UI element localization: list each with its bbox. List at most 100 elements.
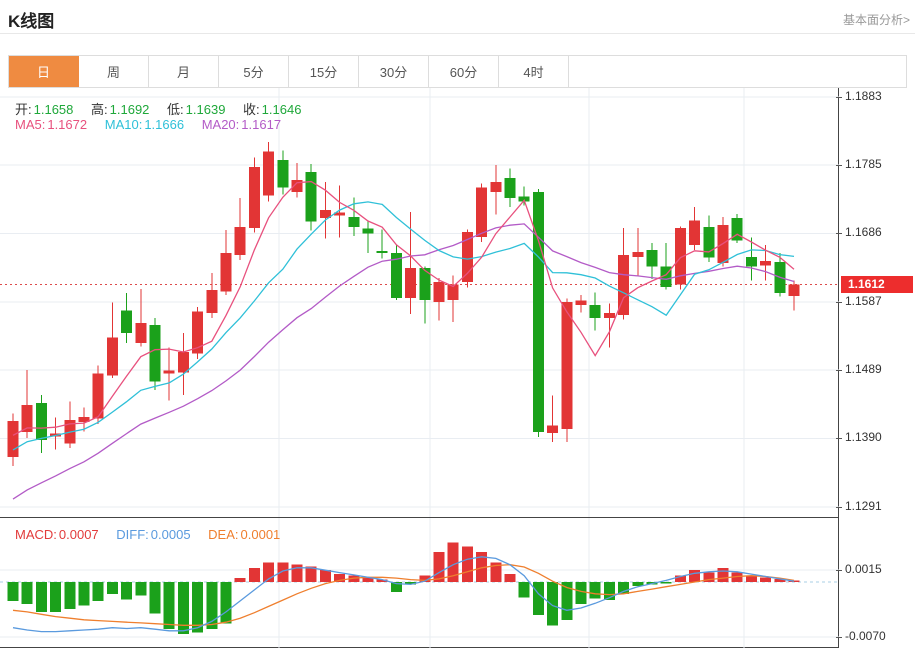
candle	[576, 301, 587, 305]
candle	[121, 310, 132, 333]
candle	[277, 160, 288, 188]
diff-value: DIFF:0.0005	[116, 527, 190, 542]
macd-bar	[661, 582, 672, 584]
macd-bar	[36, 582, 47, 612]
macd-bar	[8, 582, 19, 601]
y-axis-label: 1.1587	[845, 294, 882, 308]
candle	[632, 252, 643, 257]
y-axis-label: 1.1390	[845, 430, 882, 444]
macd-bar	[22, 582, 33, 604]
axis-tick	[836, 438, 842, 439]
page-title: K线图	[8, 7, 54, 32]
candle	[746, 257, 757, 267]
candle	[377, 251, 388, 253]
y-axis-label: 1.1883	[845, 89, 882, 103]
ohlc-close: 收:1.1646	[243, 102, 301, 117]
candle	[150, 325, 161, 382]
macd-bar	[363, 578, 374, 582]
kline-chart-page: K线图 基本面分析> 日 周 月 5分 15分 30分 60分 4时 1.188…	[0, 0, 915, 649]
tab-4hour[interactable]: 4时	[499, 56, 569, 87]
tab-day[interactable]: 日	[9, 56, 79, 87]
tab-30min[interactable]: 30分	[359, 56, 429, 87]
period-tabbar: 日 周 月 5分 15分 30分 60分 4时	[8, 55, 907, 88]
ma10-value: MA10:1.1666	[105, 117, 184, 132]
macd-bar	[221, 582, 232, 624]
candle	[490, 182, 501, 192]
axis-tick	[836, 165, 842, 166]
candle	[789, 285, 800, 296]
ma5-value: MA5:1.1672	[15, 117, 87, 132]
y-axis-label: 1.1785	[845, 157, 882, 171]
candle	[703, 227, 714, 257]
candle	[8, 421, 19, 457]
candle	[263, 152, 274, 196]
last-price-badge: 1.1612	[841, 276, 913, 293]
axis-tick	[836, 570, 842, 571]
candle	[561, 302, 572, 429]
candle	[206, 290, 217, 313]
axis-tick	[836, 637, 842, 638]
candle	[405, 268, 416, 298]
fundamental-analysis-link[interactable]: 基本面分析>	[843, 11, 910, 28]
candle	[647, 250, 658, 267]
macd-bar	[505, 574, 516, 582]
macd-bar	[547, 582, 558, 625]
y-axis-label: 0.0015	[845, 562, 882, 576]
candle	[107, 337, 118, 375]
candle	[249, 167, 260, 228]
candle	[434, 282, 445, 302]
candle	[306, 172, 317, 222]
macd-bar	[760, 577, 771, 582]
macd-bar	[50, 582, 61, 612]
macd-bar	[689, 570, 700, 582]
candle	[547, 425, 558, 433]
chart-plot-area[interactable]	[0, 88, 839, 648]
axis-tick	[836, 370, 842, 371]
axis-tick	[836, 302, 842, 303]
y-axis-label: 1.1686	[845, 225, 882, 239]
candle	[760, 261, 771, 265]
macd-bar	[107, 582, 118, 594]
macd-bar	[178, 582, 189, 634]
tab-week[interactable]: 周	[79, 56, 149, 87]
macd-bar	[320, 570, 331, 582]
candle	[348, 217, 359, 227]
macd-bar	[121, 582, 132, 599]
ohlc-high: 高:1.1692	[91, 102, 149, 117]
ohlc-low: 低:1.1639	[167, 102, 225, 117]
header-divider	[0, 33, 915, 34]
macd-bar	[206, 582, 217, 629]
ohlc-open: 开:1.1658	[15, 102, 73, 117]
macd-bar	[164, 582, 175, 629]
tab-month[interactable]: 月	[149, 56, 219, 87]
candle	[178, 352, 189, 373]
tab-60min[interactable]: 60分	[429, 56, 499, 87]
ma20-value: MA20:1.1617	[202, 117, 281, 132]
candle	[135, 323, 146, 343]
y-axis-label: 1.1489	[845, 362, 882, 376]
macd-value: MACD:0.0007	[15, 527, 99, 542]
tab-5min[interactable]: 5分	[219, 56, 289, 87]
axis-tick	[836, 507, 842, 508]
macd-bar	[64, 582, 75, 609]
macd-bar	[533, 582, 544, 615]
axis-tick	[836, 233, 842, 234]
macd-bar	[135, 582, 146, 595]
candle	[476, 188, 487, 237]
candle	[590, 305, 601, 318]
macd-bar	[277, 562, 288, 582]
macd-bar	[590, 582, 601, 599]
ma-legend: MA5:1.1672 MA10:1.1666 MA20:1.1617	[15, 117, 295, 132]
macd-bar	[79, 582, 90, 606]
macd-bar	[93, 582, 104, 601]
candle	[604, 313, 615, 318]
macd-bar	[462, 547, 473, 582]
candle	[505, 178, 516, 198]
candlestick-chart[interactable]	[0, 88, 839, 517]
macd-bar	[576, 582, 587, 604]
tab-15min[interactable]: 15分	[289, 56, 359, 87]
macd-bar	[746, 576, 757, 582]
macd-bar	[249, 568, 260, 582]
candle	[235, 227, 246, 255]
tabbar-filler	[569, 56, 906, 87]
